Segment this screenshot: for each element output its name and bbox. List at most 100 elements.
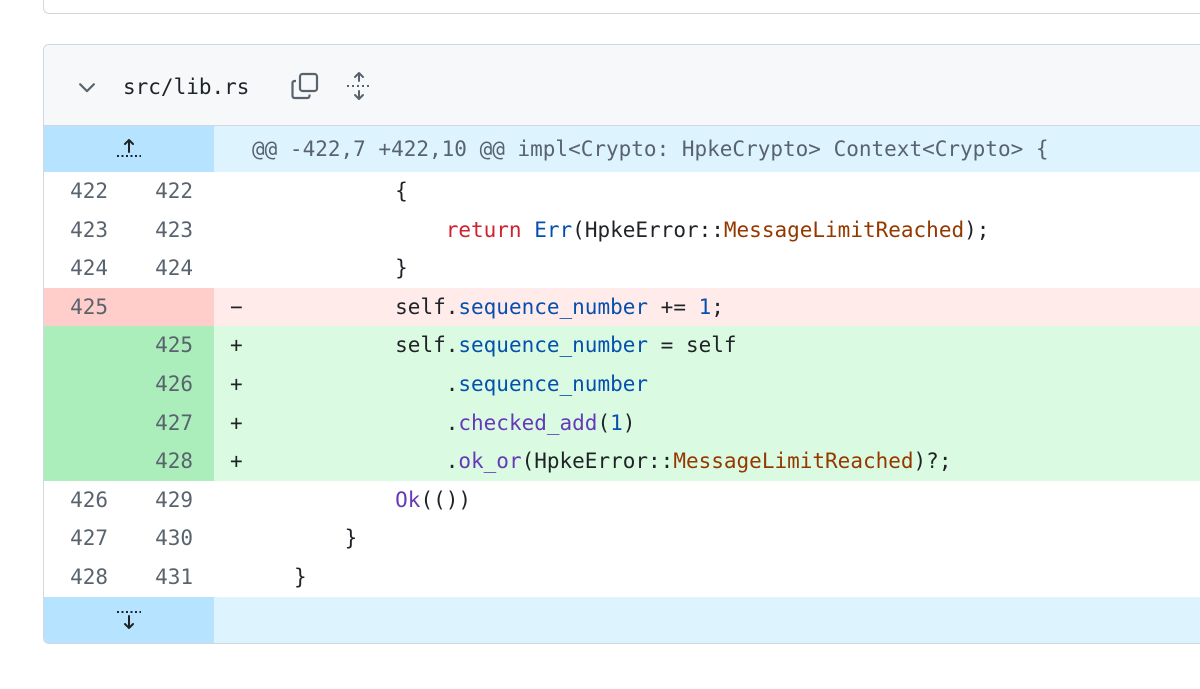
code-line: self.sequence_number += 1; <box>254 288 1200 327</box>
new-line-number[interactable]: 430 <box>129 519 214 558</box>
new-line-number[interactable]: 431 <box>129 558 214 597</box>
diff-line-context: 426 429 Ok(()) <box>44 481 1200 520</box>
code-token: = self <box>648 333 737 358</box>
code-token: Ok <box>395 487 421 512</box>
code-line: } <box>254 249 1200 288</box>
diff-line-context: 424 424 } <box>44 249 1200 288</box>
old-line-number[interactable]: 425 <box>44 287 129 327</box>
expand-up-icon <box>117 139 141 157</box>
code-line: .checked_add(1) <box>254 404 1200 443</box>
code-token: return <box>445 217 522 242</box>
old-line-number[interactable]: 424 <box>44 249 129 288</box>
old-line-number[interactable]: 426 <box>44 481 129 520</box>
code-token: } <box>395 256 408 281</box>
diff-marker <box>214 249 254 288</box>
diff-line-context: 423 423 return Err(HpkeError::MessageLimi… <box>44 211 1200 250</box>
code-token: checked_add <box>458 410 598 435</box>
previous-file-panel <box>43 0 1200 14</box>
diff-line-context: 427 430 } <box>44 519 1200 558</box>
old-line-number[interactable] <box>44 326 129 365</box>
code-token: } <box>344 526 358 551</box>
old-line-number[interactable]: 423 <box>44 211 129 250</box>
collapse-file-button[interactable] <box>72 72 102 102</box>
expand-all-button[interactable] <box>342 69 376 103</box>
new-line-number[interactable] <box>129 287 214 327</box>
code-token: } <box>294 564 307 589</box>
code-token: (()) <box>420 487 472 512</box>
code-line: self.sequence_number = self <box>254 326 1200 365</box>
hunk-footer <box>214 596 1200 643</box>
code-token: MessageLimitReached <box>723 217 965 242</box>
old-line-number[interactable] <box>44 364 129 404</box>
new-line-number[interactable]: 422 <box>129 172 214 211</box>
diff-marker: + <box>230 371 243 396</box>
diff-line-added: 426 + .sequence_number <box>44 364 1200 404</box>
copy-icon <box>291 72 319 100</box>
diff-file-panel: src/lib.rs @@ -422,7 +422,10 @@ impl<Cry… <box>43 44 1200 644</box>
code-token: ) <box>622 410 636 435</box>
new-line-number[interactable]: 427 <box>129 403 214 443</box>
diff-line-added: 427 + .checked_add(1) <box>44 403 1200 443</box>
new-line-number[interactable]: 429 <box>129 481 214 520</box>
old-line-number[interactable] <box>44 403 129 443</box>
code-token: . <box>445 371 459 396</box>
code-token: (HpkeError:: <box>572 217 724 242</box>
diff-line-deleted: 425 − self.sequence_number += 1; <box>44 287 1200 327</box>
code-token: )?; <box>913 449 952 474</box>
new-line-number[interactable]: 428 <box>129 442 214 481</box>
diff-marker: − <box>230 294 243 319</box>
code-token: (HpkeError:: <box>521 449 674 474</box>
code-token: sequence_number <box>458 294 649 319</box>
code-token: 1 <box>610 410 623 435</box>
code-token: . <box>445 410 459 435</box>
old-line-number[interactable]: 422 <box>44 172 129 211</box>
expand-down-button[interactable] <box>44 596 214 643</box>
diff-marker <box>214 211 254 250</box>
code-token: self. <box>395 294 459 319</box>
diff-marker <box>214 519 254 558</box>
hunk-header: @@ -422,7 +422,10 @@ impl<Crypto: HpkeCr… <box>214 126 1200 172</box>
new-line-number[interactable]: 423 <box>129 211 214 250</box>
hunk-footer-row <box>44 596 1200 643</box>
old-line-number[interactable]: 427 <box>44 519 129 558</box>
file-path[interactable]: src/lib.rs <box>123 72 249 102</box>
code-token: self. <box>395 333 459 358</box>
code-token: ( <box>597 410 611 435</box>
new-line-number[interactable]: 425 <box>129 326 214 365</box>
code-token: ; <box>711 294 724 319</box>
code-line: { <box>254 172 1200 211</box>
diff-line-context: 422 422 { <box>44 172 1200 211</box>
old-line-number[interactable]: 428 <box>44 558 129 597</box>
copy-path-button[interactable] <box>288 69 322 103</box>
file-header: src/lib.rs <box>44 45 1200 126</box>
expand-up-button[interactable] <box>44 126 214 172</box>
diff-table: @@ -422,7 +422,10 @@ impl<Crypto: HpkeCr… <box>44 126 1200 643</box>
code-token: ok_or <box>458 449 522 474</box>
diff-marker <box>214 481 254 520</box>
new-line-number[interactable]: 424 <box>129 249 214 288</box>
hunk-header-row: @@ -422,7 +422,10 @@ impl<Crypto: HpkeCr… <box>44 126 1200 172</box>
code-token: MessageLimitReached <box>673 449 914 474</box>
old-line-number[interactable] <box>44 442 129 481</box>
diff-marker: + <box>230 410 243 435</box>
code-line: } <box>254 558 1200 597</box>
expand-down-icon <box>117 610 141 629</box>
code-line: .ok_or(HpkeError::MessageLimitReached)?; <box>254 442 1200 481</box>
diff-line-added: 428 + .ok_or(HpkeError::MessageLimitReach… <box>44 442 1200 481</box>
code-line: return Err(HpkeError::MessageLimitReache… <box>254 211 1200 250</box>
code-line: .sequence_number <box>254 365 1200 404</box>
unfold-icon <box>347 72 371 100</box>
code-token: { <box>395 179 408 203</box>
code-token: . <box>445 449 459 474</box>
new-line-number[interactable]: 426 <box>129 364 214 404</box>
